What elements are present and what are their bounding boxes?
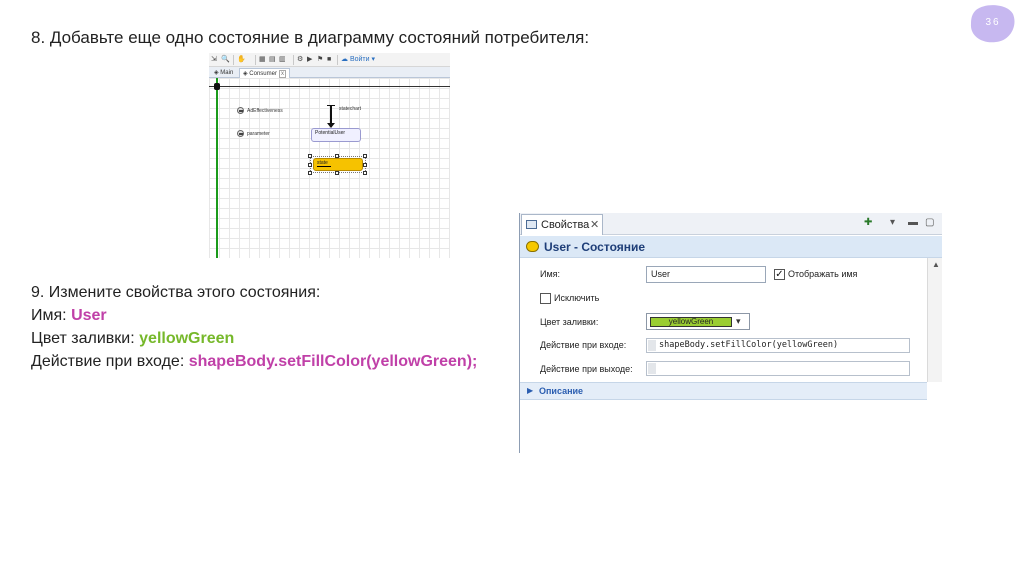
tab-close-icon[interactable]: x bbox=[278, 70, 286, 78]
entry-action-label: Действие при входе: bbox=[540, 340, 627, 350]
editor-toolbar: ⇲ 🔍 ✋ ▦ ▤ ▥ ⚙ ▶ ⚑ ■ ☁ Войти ▾ bbox=[209, 53, 450, 67]
pin-icon[interactable]: ✚ bbox=[864, 217, 872, 228]
panel-scrollbar[interactable]: ▲ bbox=[927, 258, 942, 382]
name-field[interactable]: User bbox=[646, 266, 766, 283]
resize-handle[interactable] bbox=[335, 154, 339, 158]
resize-handle[interactable] bbox=[308, 171, 312, 175]
tab-consumer[interactable]: ◈ Consumer x bbox=[239, 68, 290, 78]
slide-number: 36 bbox=[985, 17, 1001, 28]
login-label: Войти bbox=[349, 56, 370, 63]
resize-handle[interactable] bbox=[335, 171, 339, 175]
canvas-axis-vertical bbox=[216, 78, 218, 258]
param-parameter-label: parameter bbox=[247, 131, 270, 137]
statechart-label: statechart bbox=[339, 106, 361, 112]
build-icon[interactable]: ⚙ bbox=[297, 55, 303, 65]
zoom-icon[interactable]: 🔍 bbox=[221, 55, 230, 65]
exclude-checkbox[interactable] bbox=[540, 293, 551, 304]
arrow-tool-icon[interactable]: ⇲ bbox=[211, 55, 217, 65]
state-icon bbox=[526, 241, 539, 252]
parameter-icon[interactable] bbox=[237, 130, 244, 137]
resize-handle[interactable] bbox=[308, 154, 312, 158]
view-menu-icon[interactable]: ▾ bbox=[890, 217, 895, 228]
instruction-name: Имя: User bbox=[31, 307, 107, 325]
instruction-name-prefix: Имя: bbox=[31, 307, 72, 324]
close-icon[interactable]: ✕ bbox=[590, 218, 599, 231]
minimize-icon[interactable]: ▬ bbox=[908, 217, 918, 228]
resize-handle[interactable] bbox=[308, 163, 312, 167]
tab-main[interactable]: ◈ Main bbox=[211, 68, 236, 78]
layers-icon[interactable]: ▥ bbox=[279, 55, 286, 65]
fill-color-swatch: yellowGreen bbox=[650, 317, 732, 327]
panel-header: User - Состояние bbox=[520, 236, 942, 258]
run-icon[interactable]: ▶ bbox=[307, 55, 312, 65]
snap-icon[interactable]: ▤ bbox=[269, 55, 276, 65]
stop-icon[interactable]: ■ bbox=[327, 55, 331, 65]
state-potentialuser[interactable]: PotentialUser bbox=[311, 128, 361, 142]
panel-title: User - Состояние bbox=[544, 240, 646, 254]
properties-icon bbox=[526, 220, 537, 229]
instruction-entry: Действие при входе: shapeBody.setFillCol… bbox=[31, 353, 477, 371]
entry-action-field[interactable]: shapeBody.setFillColor(yellowGreen) bbox=[646, 338, 910, 353]
parameter-icon[interactable] bbox=[237, 107, 244, 114]
resize-handle[interactable] bbox=[363, 163, 367, 167]
panel-empty-area bbox=[520, 401, 942, 453]
canvas-axis-horizontal bbox=[209, 86, 450, 87]
chevron-down-icon: ▾ bbox=[736, 316, 741, 326]
instruction-entry-value: shapeBody.setFillColor(yellowGreen); bbox=[188, 353, 478, 370]
step-9-heading: 9. Измените свойства этого состояния: bbox=[31, 284, 321, 301]
resize-handle[interactable] bbox=[363, 171, 367, 175]
description-section[interactable]: ▶ Описание bbox=[520, 382, 927, 400]
statechart-editor-screenshot: ⇲ 🔍 ✋ ▦ ▤ ▥ ⚙ ▶ ⚑ ■ ☁ Войти ▾ ◈ Main ◈ C… bbox=[209, 53, 450, 258]
expand-icon: ▶ bbox=[527, 386, 534, 395]
diagram-canvas[interactable]: AdEffectiveness parameter statechart Pot… bbox=[209, 78, 450, 258]
show-name-label: Отображать имя bbox=[788, 269, 858, 279]
debug-icon[interactable]: ⚑ bbox=[317, 55, 323, 65]
tab-properties[interactable]: Свойства ✕ bbox=[521, 214, 603, 235]
instruction-entry-prefix: Действие при входе: bbox=[31, 353, 189, 370]
instruction-name-value: User bbox=[71, 307, 107, 324]
panel-body: Имя: User ✓ Отображать имя Исключить Цве… bbox=[520, 258, 927, 382]
instruction-fill-prefix: Цвет заливки: bbox=[31, 330, 140, 347]
param-adeffectiveness-label: AdEffectiveness bbox=[247, 108, 283, 114]
panel-titlebar: Свойства ✕ ✚ ▾ ▬ ▢ bbox=[520, 213, 942, 235]
pan-icon[interactable]: ✋ bbox=[237, 55, 246, 65]
login-button[interactable]: ☁ Войти ▾ bbox=[341, 55, 375, 65]
grid-icon[interactable]: ▦ bbox=[259, 55, 266, 65]
instruction-fill: Цвет заливки: yellowGreen bbox=[31, 330, 234, 348]
editor-tabs: ◈ Main ◈ Consumer x bbox=[209, 67, 450, 78]
name-label: Имя: bbox=[540, 269, 561, 279]
maximize-icon[interactable]: ▢ bbox=[925, 217, 934, 228]
exclude-label: Исключить bbox=[554, 293, 600, 303]
instruction-fill-value: yellowGreen bbox=[139, 330, 235, 347]
state-potentialuser-label: PotentialUser bbox=[315, 130, 346, 136]
exit-action-field[interactable] bbox=[646, 361, 910, 376]
tab-properties-label: Свойства bbox=[541, 219, 590, 231]
scroll-up-icon[interactable]: ▲ bbox=[932, 260, 940, 269]
show-name-checkbox[interactable]: ✓ bbox=[774, 269, 785, 280]
canvas-origin-marker bbox=[214, 83, 220, 90]
step-8-heading: 8. Добавьте еще одно состояние в диаграм… bbox=[31, 28, 590, 47]
description-label: Описание bbox=[539, 386, 584, 396]
fill-color-select[interactable]: yellowGreen ▾ bbox=[646, 313, 750, 330]
tab-main-label: Main bbox=[220, 70, 234, 76]
exit-action-label: Действие при выходе: bbox=[540, 364, 633, 374]
tab-consumer-label: Consumer bbox=[249, 71, 277, 77]
properties-panel: Свойства ✕ ✚ ▾ ▬ ▢ User - Состояние Имя:… bbox=[519, 213, 942, 453]
resize-handle[interactable] bbox=[363, 154, 367, 158]
fill-color-label: Цвет заливки: bbox=[540, 317, 599, 327]
